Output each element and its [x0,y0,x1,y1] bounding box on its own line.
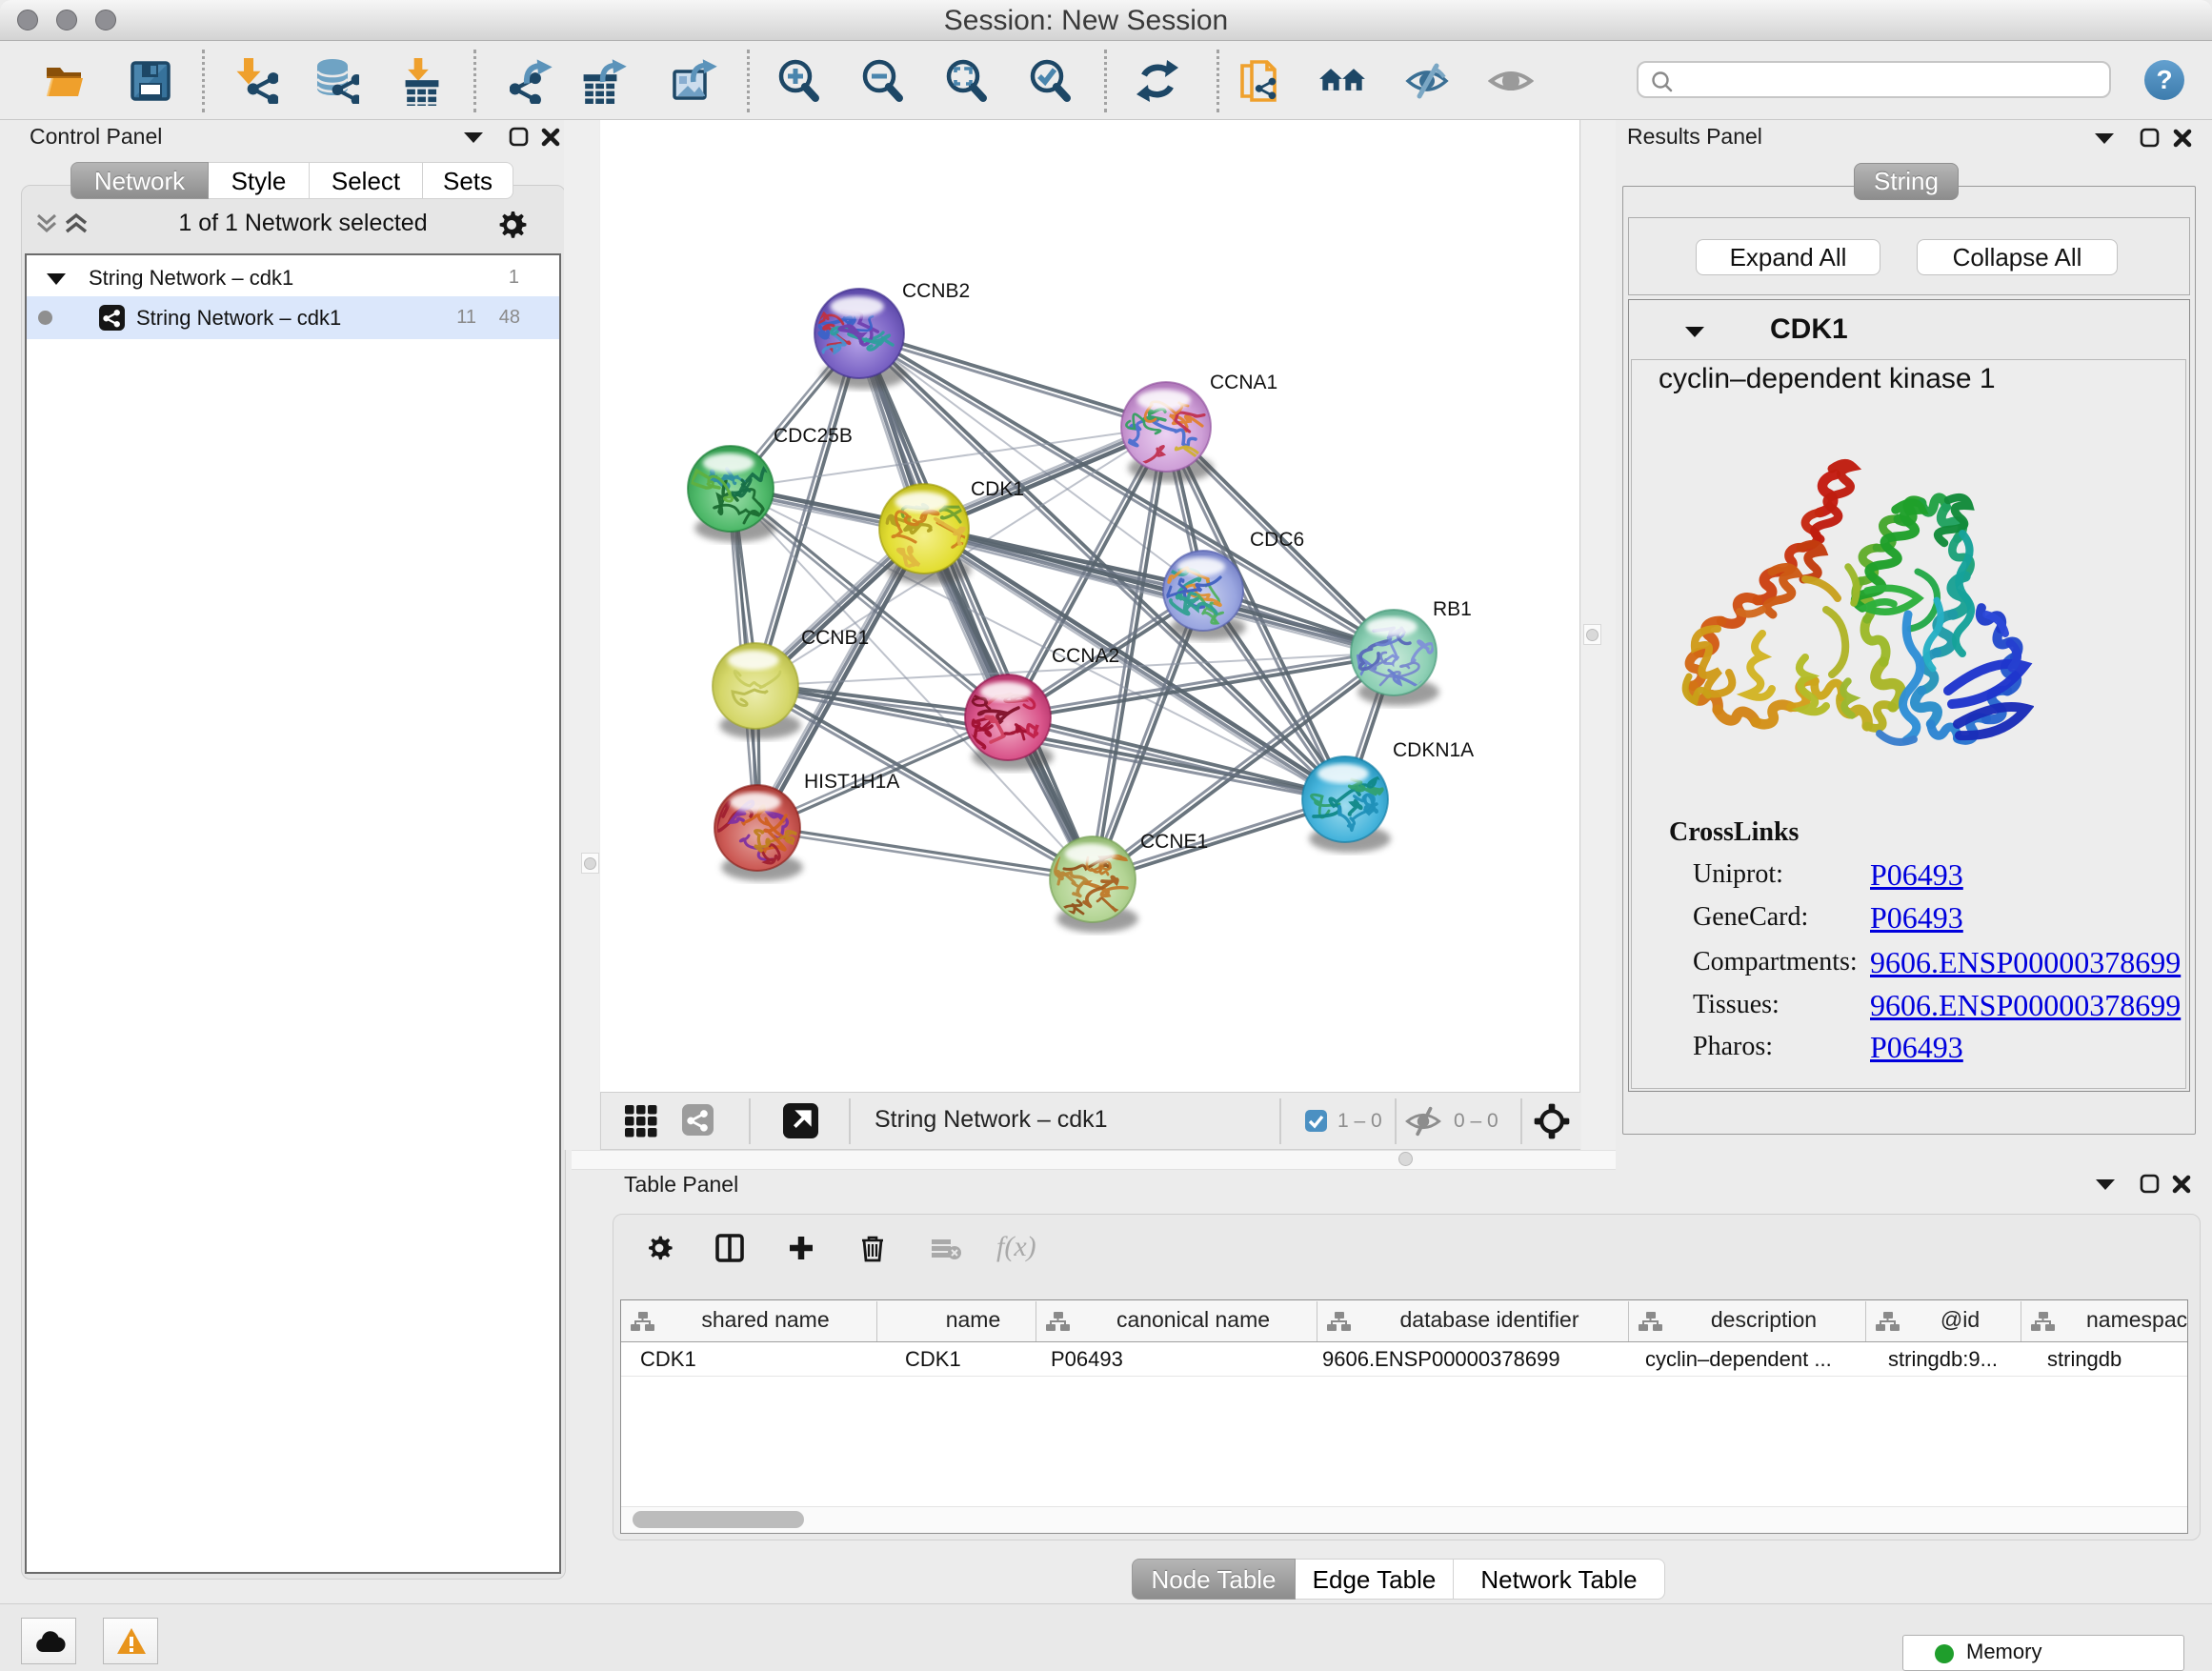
svg-text:CCNA2: CCNA2 [1052,645,1119,667]
svg-text:HIST1H1A: HIST1H1A [804,771,899,793]
svg-text:CCNE1: CCNE1 [1140,831,1208,853]
svg-text:RB1: RB1 [1433,598,1472,620]
svg-text:CCNA1: CCNA1 [1210,372,1277,393]
svg-text:CCNB1: CCNB1 [801,627,869,649]
svg-text:CDK1: CDK1 [971,478,1024,500]
svg-text:CDC6: CDC6 [1250,529,1304,551]
svg-text:CCNB2: CCNB2 [902,280,970,302]
svg-text:CDKN1A: CDKN1A [1393,739,1474,761]
svg-text:CDC25B: CDC25B [774,425,853,447]
